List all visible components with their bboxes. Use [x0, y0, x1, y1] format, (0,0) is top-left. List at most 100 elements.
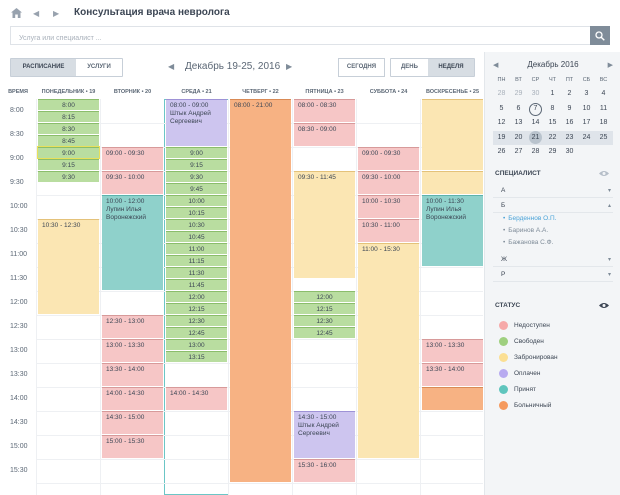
appointment[interactable]: 09:00 - 09:30 [102, 147, 163, 170]
calendar-day[interactable]: 30 [527, 87, 544, 102]
time-slot[interactable]: 12:00 [294, 291, 355, 302]
appointment[interactable] [422, 171, 483, 194]
calendar-day[interactable]: 28 [527, 145, 544, 160]
appointment[interactable]: 13:30 - 14:00 [102, 363, 163, 386]
appointment[interactable]: 15:00 - 15:30 [102, 435, 163, 458]
day-header[interactable]: ВТОРНИК • 20 [101, 85, 164, 99]
time-slot[interactable]: 10:15 [166, 207, 227, 218]
appointment[interactable]: 08:00 - 21:00 [230, 99, 291, 482]
appointment[interactable]: 09:30 - 10:00 [358, 171, 419, 194]
calendar-day[interactable]: 29 [510, 87, 527, 102]
calendar-day[interactable]: 26 [493, 145, 510, 160]
appointment[interactable]: 10:00 - 10:30 [358, 195, 419, 218]
day-header[interactable]: ЧЕТВЕРГ • 22 [229, 85, 292, 99]
specialist-item[interactable]: Бажанова С.Ф. [503, 239, 553, 246]
appointment[interactable]: 09:30 - 11:45 [294, 171, 355, 278]
calendar-day[interactable]: 17 [578, 116, 595, 131]
calendar-day[interactable]: 15 [544, 116, 561, 131]
specialist-item[interactable]: Баринов А.А. [503, 227, 548, 234]
day-header[interactable]: ПОНЕДЕЛЬНИК • 19 [37, 85, 100, 99]
calendar-day[interactable]: 5 [493, 102, 510, 117]
tab-day[interactable]: ДЕНЬ [391, 59, 428, 76]
tab-schedule[interactable]: РАСПИСАНИЕ [11, 59, 76, 76]
status-legend-item[interactable]: Забронирован [499, 352, 558, 363]
calendar-day[interactable]: 23 [561, 131, 578, 146]
specialist-group[interactable]: Р ▾ [493, 268, 613, 282]
appointment[interactable]: 09:00 - 09:30 [358, 147, 419, 170]
time-slot[interactable]: 13:00 [166, 339, 227, 350]
appointment[interactable]: 14:30 - 15:00 [102, 411, 163, 434]
time-slot[interactable]: 12:30 [294, 315, 355, 326]
day-header[interactable]: СУББОТА • 24 [357, 85, 420, 99]
calendar-day[interactable]: 8 [544, 102, 561, 117]
calendar-day[interactable]: 7 [527, 102, 544, 117]
calendar-day[interactable]: 24 [578, 131, 595, 146]
time-slot[interactable]: 12:30 [166, 315, 227, 326]
appointment[interactable]: 14:30 - 15:00 Штык Андрей Сергеевич [294, 411, 355, 458]
specialist-item[interactable]: Берденнов О.П. [503, 215, 556, 222]
calendar-day[interactable]: 6 [510, 102, 527, 117]
appointment[interactable]: 15:30 - 16:00 [294, 459, 355, 482]
calendar-day[interactable]: 14 [527, 116, 544, 131]
appointment[interactable]: 13:30 - 14:00 [422, 363, 483, 386]
time-slot[interactable]: 9:15 [38, 159, 99, 170]
day-header[interactable]: ВОСКРЕСЕНЬЕ • 25 [421, 85, 484, 99]
appointment[interactable]: 10:30 - 11:00 [358, 219, 419, 242]
time-slot[interactable]: 11:15 [166, 255, 227, 266]
specialist-group[interactable]: Б ▴ [493, 199, 613, 213]
calendar-day[interactable]: 4 [595, 87, 612, 102]
back-arrow-icon[interactable]: ◀ [33, 9, 39, 18]
time-slot[interactable]: 9:00 [166, 147, 227, 158]
forward-arrow-icon[interactable]: ▶ [53, 9, 59, 18]
appointment[interactable] [422, 387, 483, 410]
time-slot[interactable]: 10:00 [166, 195, 227, 206]
calendar-day[interactable]: 19 [493, 131, 510, 146]
time-slot[interactable]: 13:15 [166, 351, 227, 362]
time-slot[interactable]: 8:30 [38, 123, 99, 134]
appointment[interactable]: 08:00 - 09:00 Штык Андрей Сергеевич [166, 99, 227, 146]
time-slot[interactable]: 8:45 [38, 135, 99, 146]
time-slot[interactable]: 11:45 [166, 279, 227, 290]
calendar-day[interactable]: 29 [544, 145, 561, 160]
calendar-day[interactable]: 13 [510, 116, 527, 131]
day-header[interactable]: ПЯТНИЦА • 23 [293, 85, 356, 99]
time-slot[interactable]: 12:15 [166, 303, 227, 314]
calendar-day[interactable]: 30 [561, 145, 578, 160]
search-button[interactable] [590, 26, 610, 45]
appointment[interactable]: 13:00 - 13:30 [422, 339, 483, 362]
next-week-icon[interactable]: ▶ [286, 62, 292, 71]
time-slot[interactable]: 9:30 [38, 171, 99, 182]
appointment[interactable]: 14:00 - 14:30 [102, 387, 163, 410]
time-slot[interactable]: 9:00 [37, 146, 100, 159]
appointment[interactable]: 09:30 - 10:00 [102, 171, 163, 194]
time-slot[interactable]: 8:00 [38, 99, 99, 110]
status-legend-item[interactable]: Больничный [499, 400, 551, 411]
appointment[interactable]: 11:00 - 15:30 [358, 243, 419, 458]
next-month-icon[interactable]: ▶ [608, 61, 613, 69]
calendar-day[interactable]: 18 [595, 116, 612, 131]
specialist-group[interactable]: Ж ▾ [493, 253, 613, 267]
time-slot[interactable]: 9:45 [166, 183, 227, 194]
time-slot[interactable]: 9:15 [166, 159, 227, 170]
calendar-day[interactable]: 25 [595, 131, 612, 146]
time-slot[interactable]: 10:45 [166, 231, 227, 242]
time-slot[interactable]: 12:15 [294, 303, 355, 314]
calendar-day[interactable]: 1 [544, 87, 561, 102]
calendar-day[interactable]: 2 [561, 87, 578, 102]
appointment[interactable]: 10:30 - 12:30 [38, 219, 99, 314]
calendar-day[interactable]: 11 [595, 102, 612, 117]
status-legend-item[interactable]: Принят [499, 384, 536, 395]
prev-week-icon[interactable]: ◀ [168, 62, 174, 71]
time-slot[interactable]: 10:30 [166, 219, 227, 230]
status-legend-item[interactable]: Недоступен [499, 320, 550, 331]
time-slot[interactable]: 12:00 [166, 291, 227, 302]
appointment[interactable]: 08:30 - 09:00 [294, 123, 355, 146]
time-slot[interactable]: 12:45 [294, 327, 355, 338]
appointment[interactable]: 12:30 - 13:00 [102, 315, 163, 338]
day-header[interactable]: СРЕДА • 21 [165, 85, 228, 99]
calendar-day[interactable]: 10 [578, 102, 595, 117]
tab-services[interactable]: УСЛУГИ [76, 59, 122, 76]
eye-icon[interactable] [599, 302, 609, 309]
home-icon[interactable] [11, 8, 22, 18]
calendar-day[interactable]: 21 [527, 130, 544, 146]
